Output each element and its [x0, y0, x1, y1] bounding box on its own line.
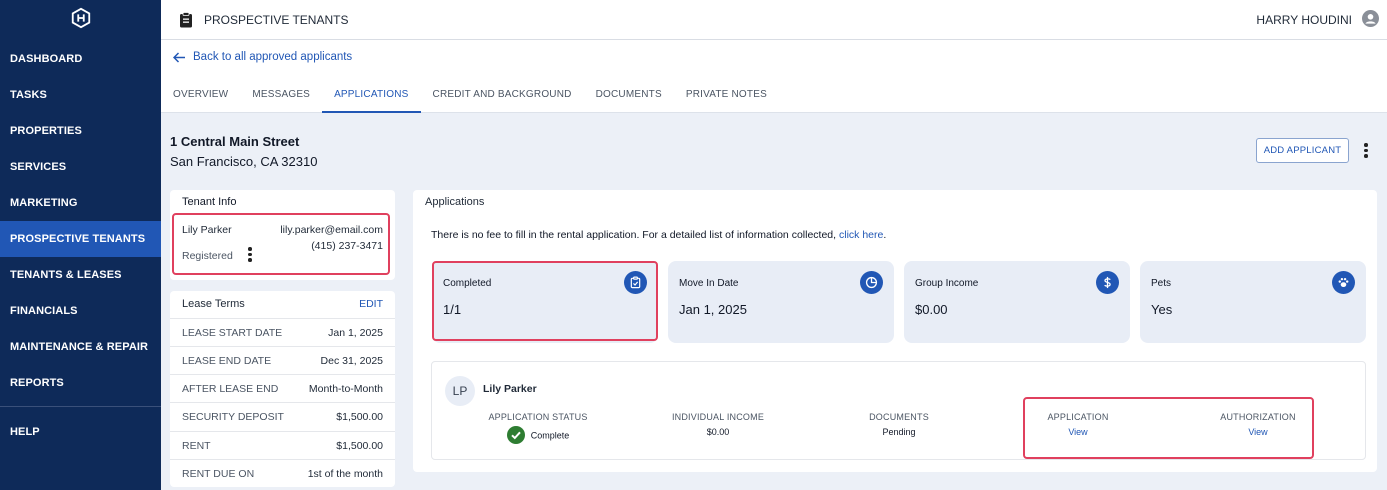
paw-icon — [1332, 271, 1355, 294]
applications-note-text: There is no fee to fill in the rental ap… — [431, 229, 837, 241]
tab-private-notes[interactable]: PRIVATE NOTES — [674, 82, 779, 113]
lease-row-value: Dec 31, 2025 — [320, 354, 383, 367]
sidebar-item-help[interactable]: HELP — [0, 414, 161, 450]
applicant-name: Lily Parker — [483, 383, 537, 395]
header-area: Back to all approved applicants OVERVIEW… — [161, 40, 1387, 113]
stat-label: Group Income — [915, 278, 979, 289]
add-applicant-button[interactable]: ADD APPLICANT — [1256, 138, 1349, 163]
lease-row: RENT $1,500.00 — [170, 431, 395, 459]
applications-note-end: . — [883, 229, 887, 241]
tab-applications[interactable]: APPLICATIONS — [322, 82, 421, 113]
application-status-header: APPLICATION STATUS — [488, 412, 588, 422]
documents-header: DOCUMENTS — [869, 412, 929, 422]
sidebar-divider — [0, 406, 161, 407]
stat-card-group-income: Group Income $0.00 — [904, 261, 1130, 343]
application-status-column: APPLICATION STATUS Complete — [478, 412, 598, 445]
stat-card-pets: Pets Yes — [1140, 261, 1366, 343]
back-link-label: Back to all approved applicants — [193, 51, 353, 63]
application-status-value: Complete — [530, 430, 570, 441]
lease-row: LEASE START DATE Jan 1, 2025 — [170, 318, 395, 346]
tab-messages[interactable]: MESSAGES — [240, 82, 322, 113]
property-street: 1 Central Main Street — [170, 134, 300, 149]
lease-row: SECURITY DEPOSIT $1,500.00 — [170, 402, 395, 430]
property-city: San Francisco, CA 32310 — [170, 154, 318, 169]
sidebar-item-reports[interactable]: REPORTS — [0, 365, 161, 401]
income-column: INDIVIDUAL INCOME $0.00 — [668, 412, 768, 437]
sidebar-item-prospective-tenants[interactable]: PROSPECTIVE TENANTS — [0, 221, 161, 257]
sidebar-item-tasks[interactable]: TASKS — [0, 77, 161, 113]
sidebar-item-tenants-leases[interactable]: TENANTS & LEASES — [0, 257, 161, 293]
stat-value: Jan 1, 2025 — [679, 302, 747, 317]
income-value: $0.00 — [706, 427, 730, 437]
stat-label: Pets — [1151, 278, 1172, 289]
dollar-icon — [1096, 271, 1119, 294]
sidebar-item-dashboard[interactable]: DASHBOARD — [0, 41, 161, 77]
arrow-left-icon — [173, 51, 185, 63]
lease-row: RENT DUE ON 1st of the month — [170, 459, 395, 487]
application-status-value-wrap: Complete — [478, 426, 598, 445]
documents-value: Pending — [882, 427, 916, 437]
sidebar-item-services[interactable]: SERVICES — [0, 149, 161, 185]
completed-highlight — [432, 261, 658, 341]
lease-row-value: 1st of the month — [307, 467, 383, 480]
tab-documents[interactable]: DOCUMENTS — [584, 82, 674, 113]
back-link[interactable]: Back to all approved applicants — [173, 51, 352, 63]
sidebar-item-maintenance-repair[interactable]: MAINTENANCE & REPAIR — [0, 329, 161, 365]
lease-row-value: $1,500.00 — [336, 410, 383, 423]
tenant-highlight — [172, 213, 390, 275]
check-circle-icon — [506, 426, 525, 444]
lease-terms-card: Lease Terms EDIT LEASE START DATE Jan 1,… — [170, 291, 395, 487]
lease-row-label: RENT — [182, 439, 211, 452]
lease-terms-title: Lease Terms — [182, 298, 245, 310]
lease-row: LEASE END DATE Dec 31, 2025 — [170, 346, 395, 374]
lease-row-label: LEASE START DATE — [182, 326, 283, 339]
tab-overview[interactable]: OVERVIEW — [161, 82, 240, 113]
lease-row-label: AFTER LEASE END — [182, 382, 279, 395]
sidebar-item-financials[interactable]: FINANCIALS — [0, 293, 161, 329]
stat-card-move-in: Move In Date Jan 1, 2025 — [668, 261, 894, 343]
lease-row-value: Jan 1, 2025 — [328, 326, 383, 339]
documents-column: DOCUMENTS Pending — [849, 412, 949, 437]
lease-row-label: RENT DUE ON — [182, 467, 255, 480]
user-name[interactable]: HARRY HOUDINI — [1256, 13, 1352, 27]
click-here-link[interactable]: click here — [839, 229, 883, 241]
lease-row-label: SECURITY DEPOSIT — [182, 410, 284, 423]
pie-chart-icon — [860, 271, 883, 294]
lease-edit-button[interactable]: EDIT — [359, 298, 383, 310]
tenant-info-title: Tenant Info — [182, 196, 237, 208]
application-authorization-highlight — [1023, 397, 1314, 459]
tab-bar: OVERVIEW MESSAGES APPLICATIONS CREDIT AN… — [161, 82, 779, 113]
logo-icon[interactable] — [0, 0, 161, 36]
tab-credit-background[interactable]: CREDIT AND BACKGROUND — [421, 82, 584, 113]
page-title: PROSPECTIVE TENANTS — [204, 12, 349, 27]
lease-row-value: Month-to-Month — [308, 382, 383, 395]
topbar: PROSPECTIVE TENANTS HARRY HOUDINI — [161, 0, 1387, 40]
stat-value: $0.00 — [915, 302, 948, 317]
avatar: LP — [445, 376, 475, 406]
stat-value: Yes — [1151, 302, 1173, 317]
sidebar: DASHBOARD TASKS PROPERTIES SERVICES MARK… — [0, 0, 161, 490]
sidebar-item-marketing[interactable]: MARKETING — [0, 185, 161, 221]
lease-row-label: LEASE END DATE — [182, 354, 272, 367]
more-options-icon[interactable] — [1360, 143, 1372, 158]
user-avatar-icon[interactable] — [1362, 10, 1379, 27]
applications-title: Applications — [425, 196, 485, 208]
lease-row: AFTER LEASE END Month-to-Month — [170, 374, 395, 402]
income-header: INDIVIDUAL INCOME — [671, 412, 765, 422]
stat-label: Move In Date — [679, 278, 739, 289]
sidebar-item-properties[interactable]: PROPERTIES — [0, 113, 161, 149]
lease-row-value: $1,500.00 — [336, 439, 383, 452]
applications-note: There is no fee to fill in the rental ap… — [431, 229, 886, 241]
clipboard-icon — [180, 11, 192, 27]
